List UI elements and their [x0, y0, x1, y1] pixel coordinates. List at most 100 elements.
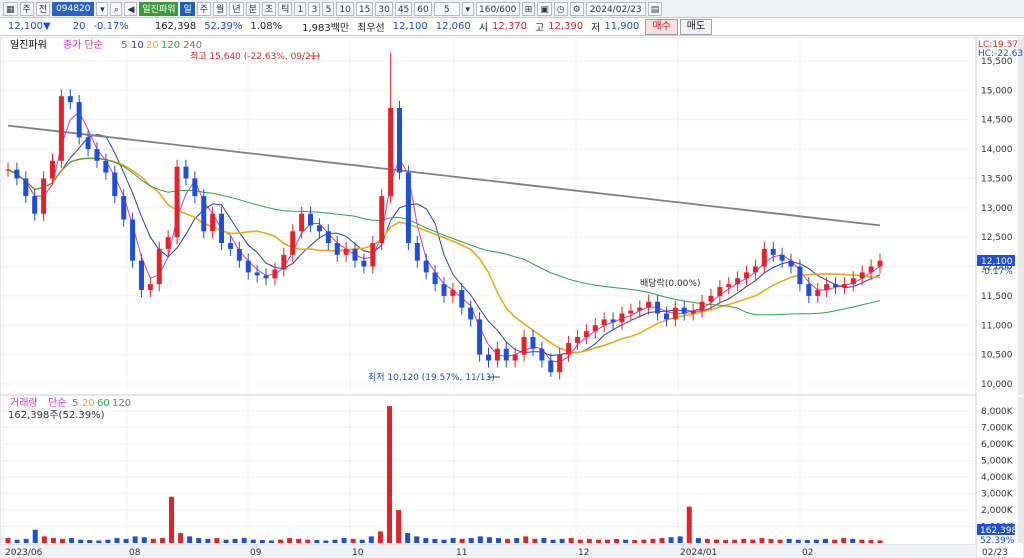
history-icon[interactable]: ◷: [553, 1, 568, 16]
candle-body: [94, 149, 100, 161]
candle-body: [477, 319, 483, 355]
volume-bar: [259, 540, 265, 543]
price-y-tick: 15,000: [981, 86, 1013, 96]
volume-bar: [14, 539, 20, 543]
minute-3[interactable]: 3: [308, 1, 321, 16]
candle-body: [770, 248, 776, 255]
fit-icon[interactable]: ▣: [537, 1, 552, 16]
candle-body: [761, 248, 767, 267]
minute-10[interactable]: 10: [336, 1, 354, 16]
price-scrollbar[interactable]: [1018, 39, 1024, 395]
volume-bar: [450, 538, 456, 543]
volume-y-tick: 6,000K: [981, 440, 1014, 450]
candle-body: [557, 354, 563, 373]
candle-body: [290, 231, 296, 255]
minute-30[interactable]: 30: [375, 1, 393, 16]
price-y-tick: 11,000: [981, 321, 1013, 331]
candle-body: [325, 231, 331, 244]
period-year[interactable]: 년: [229, 1, 244, 16]
candle-body: [521, 337, 527, 355]
volume-bar: [577, 539, 583, 543]
volume-bar: [268, 540, 274, 543]
volume-scrollbar[interactable]: [1018, 397, 1024, 543]
volume-bar: [723, 540, 729, 543]
period-month[interactable]: 월: [213, 1, 228, 16]
volume-bar: [332, 539, 338, 543]
minute-45[interactable]: 45: [394, 1, 413, 16]
candle-body: [379, 196, 385, 244]
volume-bar: [641, 539, 647, 543]
period-second[interactable]: 초: [261, 1, 277, 16]
candle-body: [690, 310, 696, 314]
candle-body: [316, 225, 322, 232]
price-change-pct: -0.17%: [93, 21, 129, 32]
legend-ma120: 120: [161, 40, 180, 51]
volume-bar: [741, 538, 747, 543]
candle-body: [23, 178, 29, 197]
price-y-tick: 10,000: [981, 380, 1013, 390]
period-tick[interactable]: 틱: [278, 1, 293, 16]
volume-bar: [196, 538, 202, 543]
minute-5[interactable]: 5: [322, 1, 335, 16]
minute-input[interactable]: 5: [433, 1, 460, 16]
stock-chart[interactable]: 일진파워 종가 단순 5 10 20 120 240 LC:19.57 HC:-…: [0, 37, 1024, 558]
volume-bar: [695, 538, 701, 543]
candle-body: [14, 169, 20, 179]
candle-body: [183, 166, 189, 179]
candle-body: [76, 102, 82, 138]
minute-15[interactable]: 15: [355, 1, 374, 16]
current-volume-pct-text: 52.39%: [980, 536, 1015, 546]
market-selector[interactable]: 전: [35, 1, 51, 16]
candle-body: [566, 342, 572, 355]
stock-code-input[interactable]: 094820: [52, 1, 95, 16]
settings-icon[interactable]: ⚙: [569, 1, 584, 16]
volume-bar: [877, 540, 883, 543]
price-y-tick: 12,500: [981, 233, 1013, 243]
candle-body: [592, 325, 598, 332]
zoom-icon[interactable]: ⊞: [521, 1, 536, 16]
candle-body: [610, 319, 616, 323]
candle-body: [868, 266, 874, 273]
candle-body: [334, 243, 340, 255]
volume-legend-name: 거래량: [10, 397, 38, 409]
minute-1[interactable]: 1: [294, 1, 307, 16]
period-day[interactable]: 일: [180, 1, 195, 16]
price-y-tick: 11,500: [981, 292, 1013, 302]
x-tick-label: 2023/06: [5, 548, 43, 558]
volume-bar: [459, 538, 465, 543]
chart-type-icon[interactable]: ▦: [3, 1, 18, 16]
volume-bar: [41, 536, 47, 543]
candle-body: [530, 337, 536, 349]
stock-name[interactable]: 일진파워: [139, 1, 179, 16]
buy-button[interactable]: 매수: [645, 18, 678, 35]
volume-ratio: 52.39%: [204, 21, 243, 32]
open-label: 시: [478, 23, 488, 34]
x-tick-label: 2024/01: [680, 548, 717, 558]
top-toolbar: ▦ 주 전 094820 ▾ ⌕ ◀ 일진파워 일 주 월 년 분 초 틱 1 …: [0, 0, 1024, 18]
volume-bar: [377, 531, 383, 543]
candle-body: [58, 96, 64, 161]
candle-body: [352, 248, 358, 261]
candle-body: [539, 348, 545, 361]
period-week[interactable]: 주: [196, 1, 212, 16]
volume-bar: [568, 538, 574, 543]
type-selector[interactable]: 주: [19, 1, 34, 16]
calendar-icon[interactable]: ▤: [647, 1, 663, 16]
bid-price: 12,060: [435, 21, 471, 32]
price-y-tick: 10,500: [981, 351, 1013, 361]
minute-dropdown-icon[interactable]: ▾: [461, 1, 474, 16]
candle-body: [192, 178, 198, 197]
x-tick-label: 12: [578, 548, 589, 558]
search-icon[interactable]: ⌕: [110, 1, 123, 16]
sell-button[interactable]: 매도: [679, 18, 713, 35]
count-input[interactable]: 160/600: [475, 1, 520, 16]
volume-bar: [96, 540, 102, 543]
volume-panel[interactable]: [0, 394, 977, 546]
current-change-tag-text: -0.17%: [981, 267, 1013, 277]
prev-stock-icon[interactable]: ◀: [124, 1, 138, 16]
stock-dropdown-icon[interactable]: ▾: [96, 1, 109, 16]
period-minute[interactable]: 분: [245, 1, 260, 16]
minute-60[interactable]: 60: [414, 1, 432, 16]
date-input[interactable]: 2024/02/23: [585, 1, 646, 16]
volume-current-label: 162,398주(52.39%): [8, 410, 105, 421]
